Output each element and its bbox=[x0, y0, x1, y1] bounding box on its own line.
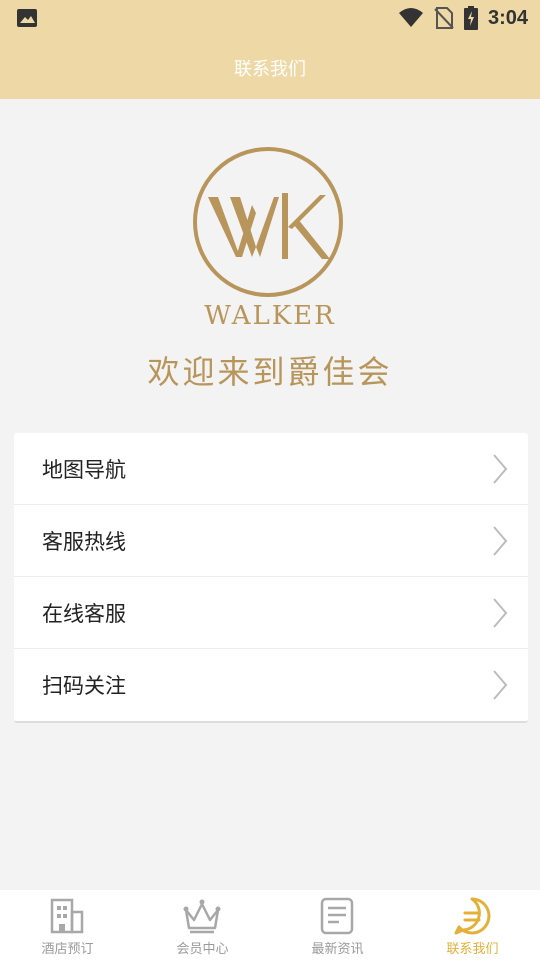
menu-item-label: 扫码关注 bbox=[42, 674, 126, 698]
crown-icon bbox=[183, 899, 221, 934]
battery-charging-icon bbox=[463, 6, 478, 30]
tab-contact-us[interactable]: 联系我们 bbox=[405, 890, 540, 960]
menu-item-map-navigation[interactable]: 地图导航 bbox=[14, 433, 528, 505]
brand-area: WALKER 欢迎来到爵佳会 bbox=[0, 99, 540, 429]
page-title: 联系我们 bbox=[234, 58, 306, 80]
brand-name: WALKER bbox=[204, 301, 336, 331]
status-bar: 3:04 bbox=[0, 0, 540, 36]
menu-item-scan-follow[interactable]: 扫码关注 bbox=[14, 649, 528, 721]
menu-item-label: 客服热线 bbox=[42, 529, 126, 554]
menu-item-label: 地图导航 bbox=[42, 457, 126, 482]
walker-logo bbox=[193, 147, 343, 297]
chevron-right-icon bbox=[493, 670, 508, 700]
menu-item-online-service[interactable]: 在线客服 bbox=[14, 577, 528, 649]
chevron-right-icon bbox=[493, 526, 508, 556]
tab-label: 会员中心 bbox=[176, 942, 229, 957]
chevron-right-icon bbox=[493, 454, 508, 484]
menu-item-label: 在线客服 bbox=[42, 601, 126, 626]
chevron-right-icon bbox=[493, 598, 508, 628]
image-icon bbox=[17, 9, 37, 27]
welcome-text: 欢迎来到爵佳会 bbox=[147, 353, 393, 391]
news-icon bbox=[320, 897, 354, 935]
wifi-icon bbox=[398, 8, 423, 27]
tab-label: 酒店预订 bbox=[41, 942, 94, 957]
bottom-tab-bar: 酒店预订 会员中心 最新资讯 联系我们 bbox=[0, 890, 540, 960]
tab-member-center[interactable]: 会员中心 bbox=[135, 890, 270, 960]
contact-menu: 地图导航 客服热线 在线客服 扫码关注 bbox=[14, 433, 528, 723]
no-sim-icon bbox=[434, 7, 454, 29]
menu-item-hotline[interactable]: 客服热线 bbox=[14, 505, 528, 577]
clock: 3:04 bbox=[487, 6, 528, 29]
building-icon bbox=[50, 898, 84, 934]
app-header: 联系我们 bbox=[0, 36, 540, 99]
tab-latest-news[interactable]: 最新资讯 bbox=[270, 890, 405, 960]
tab-label: 联系我们 bbox=[446, 942, 499, 957]
tab-hotel-booking[interactable]: 酒店预订 bbox=[0, 890, 135, 960]
chat-icon bbox=[454, 897, 491, 935]
tab-label: 最新资讯 bbox=[311, 942, 364, 957]
